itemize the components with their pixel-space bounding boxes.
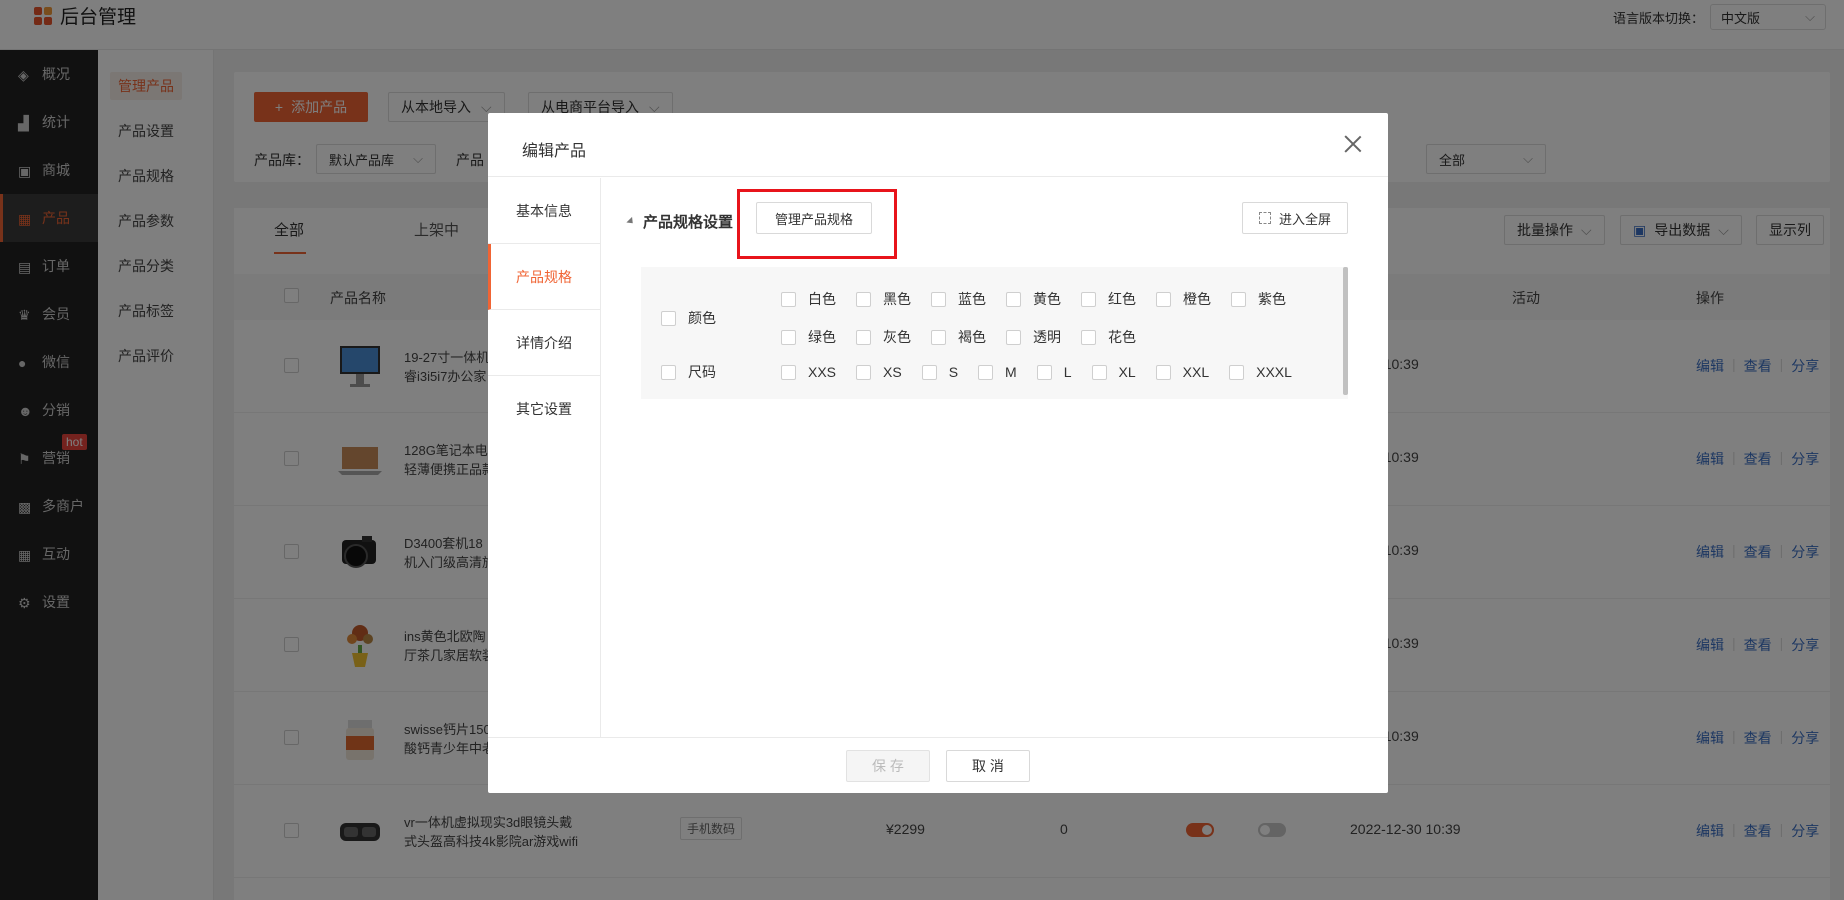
option-checkbox[interactable] <box>781 329 796 345</box>
modal-title: 编辑产品 <box>522 143 587 160</box>
option-red[interactable]: 红色 <box>1081 289 1136 309</box>
option-checkbox[interactable] <box>781 364 796 380</box>
option-checkbox[interactable] <box>931 329 946 345</box>
caret-icon <box>626 216 636 227</box>
fullscreen-icon <box>1258 212 1271 224</box>
option-blue[interactable]: 蓝色 <box>931 289 986 309</box>
modal-nav: 基本信息 产品规格 详情介绍 其它设置 <box>488 178 601 737</box>
close-icon[interactable] <box>1344 135 1362 153</box>
option-black[interactable]: 黑色 <box>856 289 911 309</box>
option-checkbox[interactable] <box>856 291 871 307</box>
option-m[interactable]: M <box>978 364 1017 380</box>
tab-basic-info[interactable]: 基本信息 <box>488 178 600 244</box>
option-transparent[interactable]: 透明 <box>1006 327 1061 347</box>
option-checkbox[interactable] <box>1231 291 1246 307</box>
fullscreen-button[interactable]: 进入全屏 <box>1242 202 1348 234</box>
cancel-button[interactable]: 取 消 <box>946 750 1030 782</box>
option-checkbox[interactable] <box>921 364 937 380</box>
option-checkbox[interactable] <box>978 364 994 380</box>
option-xxs[interactable]: XXS <box>781 364 836 380</box>
modal-body: 产品规格设置 管理产品规格 进入全屏 颜色 白色 黑色 蓝色 黄色 红色 橙色 … <box>601 178 1388 737</box>
option-checkbox[interactable] <box>1006 291 1021 307</box>
option-green[interactable]: 绿色 <box>781 327 836 347</box>
option-xs[interactable]: XS <box>856 364 902 380</box>
option-gray[interactable]: 灰色 <box>856 327 911 347</box>
option-checkbox[interactable] <box>1006 329 1021 345</box>
option-floral[interactable]: 花色 <box>1081 327 1136 347</box>
tab-product-spec[interactable]: 产品规格 <box>488 244 600 310</box>
option-checkbox[interactable] <box>1081 291 1096 307</box>
spec-color[interactable]: 颜色 <box>661 308 781 328</box>
option-brown[interactable]: 褐色 <box>931 327 986 347</box>
tab-other-settings[interactable]: 其它设置 <box>488 376 600 442</box>
edit-product-modal: 编辑产品 基本信息 产品规格 详情介绍 其它设置 产品规格设置 管理产品规格 进… <box>488 113 1388 793</box>
option-checkbox[interactable] <box>1036 364 1052 380</box>
section-title[interactable]: 产品规格设置 <box>626 211 733 232</box>
modal-footer: 保 存 取 消 <box>488 737 1388 793</box>
spec-row-color: 颜色 白色 黑色 蓝色 黄色 红色 橙色 紫色 绿色 灰色 褐色 透明 花色 <box>661 289 1341 347</box>
option-xxl[interactable]: XXL <box>1155 364 1209 380</box>
option-s[interactable]: S <box>921 364 958 380</box>
spec-size[interactable]: 尺码 <box>661 362 781 382</box>
scrollbar[interactable] <box>1343 267 1348 395</box>
save-button[interactable]: 保 存 <box>846 750 930 782</box>
spec-checkbox[interactable] <box>661 310 676 326</box>
option-checkbox[interactable] <box>1155 364 1171 380</box>
modal-header: 编辑产品 <box>488 113 1388 177</box>
option-purple[interactable]: 紫色 <box>1231 289 1286 309</box>
option-l[interactable]: L <box>1036 364 1072 380</box>
option-checkbox[interactable] <box>856 364 872 380</box>
option-checkbox[interactable] <box>781 291 796 307</box>
option-checkbox[interactable] <box>1081 329 1096 345</box>
color-options: 白色 黑色 蓝色 黄色 红色 橙色 紫色 绿色 灰色 褐色 透明 花色 <box>781 289 1341 347</box>
spec-row-size: 尺码 XXS XS S M L XL XXL XXXL <box>661 362 1341 382</box>
option-white[interactable]: 白色 <box>781 289 836 309</box>
option-checkbox[interactable] <box>931 291 946 307</box>
option-checkbox[interactable] <box>1229 364 1245 380</box>
size-options: XXS XS S M L XL XXL XXXL <box>781 364 1341 380</box>
option-yellow[interactable]: 黄色 <box>1006 289 1061 309</box>
option-xxxl[interactable]: XXXL <box>1229 364 1292 380</box>
option-checkbox[interactable] <box>856 329 871 345</box>
option-orange[interactable]: 橙色 <box>1156 289 1211 309</box>
option-xl[interactable]: XL <box>1091 364 1136 380</box>
highlight-box <box>737 189 897 259</box>
tab-details[interactable]: 详情介绍 <box>488 310 600 376</box>
option-checkbox[interactable] <box>1091 364 1107 380</box>
spec-checkbox[interactable] <box>661 364 676 380</box>
spec-panel: 颜色 白色 黑色 蓝色 黄色 红色 橙色 紫色 绿色 灰色 褐色 透明 花色 尺 <box>641 267 1348 399</box>
option-checkbox[interactable] <box>1156 291 1171 307</box>
